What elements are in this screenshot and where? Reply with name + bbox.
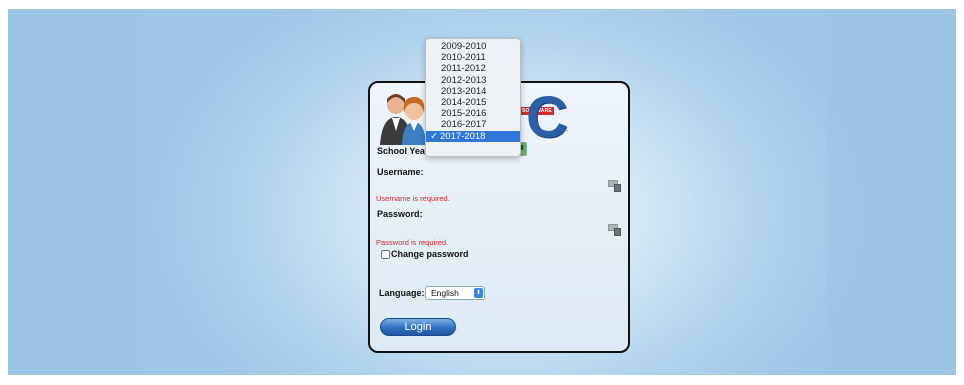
language-select[interactable]: English ⬍ (425, 286, 485, 300)
school-year-label: School Year: (377, 146, 432, 156)
background-right-band (826, 9, 956, 375)
year-option-selected[interactable]: ✓ 2017-2018 (426, 130, 520, 142)
password-error: Password is required. (376, 238, 449, 247)
year-option[interactable]: 2016-2017 (426, 119, 520, 130)
school-year-dropdown[interactable]: 2009-2010 2010-2011 2011-2012 2012-2013 … (425, 38, 521, 157)
keyboard-icon[interactable] (608, 224, 621, 236)
year-option[interactable]: 2015-2016 (426, 108, 520, 119)
language-label: Language: (379, 288, 425, 298)
year-option[interactable]: 2011-2012 (426, 63, 520, 74)
password-label: Password: (377, 209, 423, 219)
background-left-band (8, 9, 138, 375)
logo-letter: C (526, 85, 568, 150)
select-arrows-icon: ⬍ (474, 288, 483, 298)
checkmark-icon: ✓ (430, 130, 438, 142)
language-value: English (431, 288, 459, 298)
year-option[interactable]: 2014-2015 (426, 97, 520, 108)
change-password-label[interactable]: Change password (391, 249, 469, 259)
year-option-selected-label: 2017-2018 (440, 130, 486, 142)
logo-inc: INC. (556, 127, 568, 133)
username-error: Username is required. (376, 194, 450, 203)
login-button[interactable]: Login (380, 318, 456, 336)
year-option[interactable]: 2010-2011 (426, 52, 520, 63)
year-option[interactable]: 2013-2014 (426, 86, 520, 97)
keyboard-icon[interactable] (608, 180, 621, 192)
change-password-checkbox[interactable] (381, 250, 390, 259)
username-label: Username: (377, 167, 424, 177)
year-option[interactable]: 2012-2013 (426, 75, 520, 86)
year-option[interactable]: 2009-2010 (426, 41, 520, 52)
